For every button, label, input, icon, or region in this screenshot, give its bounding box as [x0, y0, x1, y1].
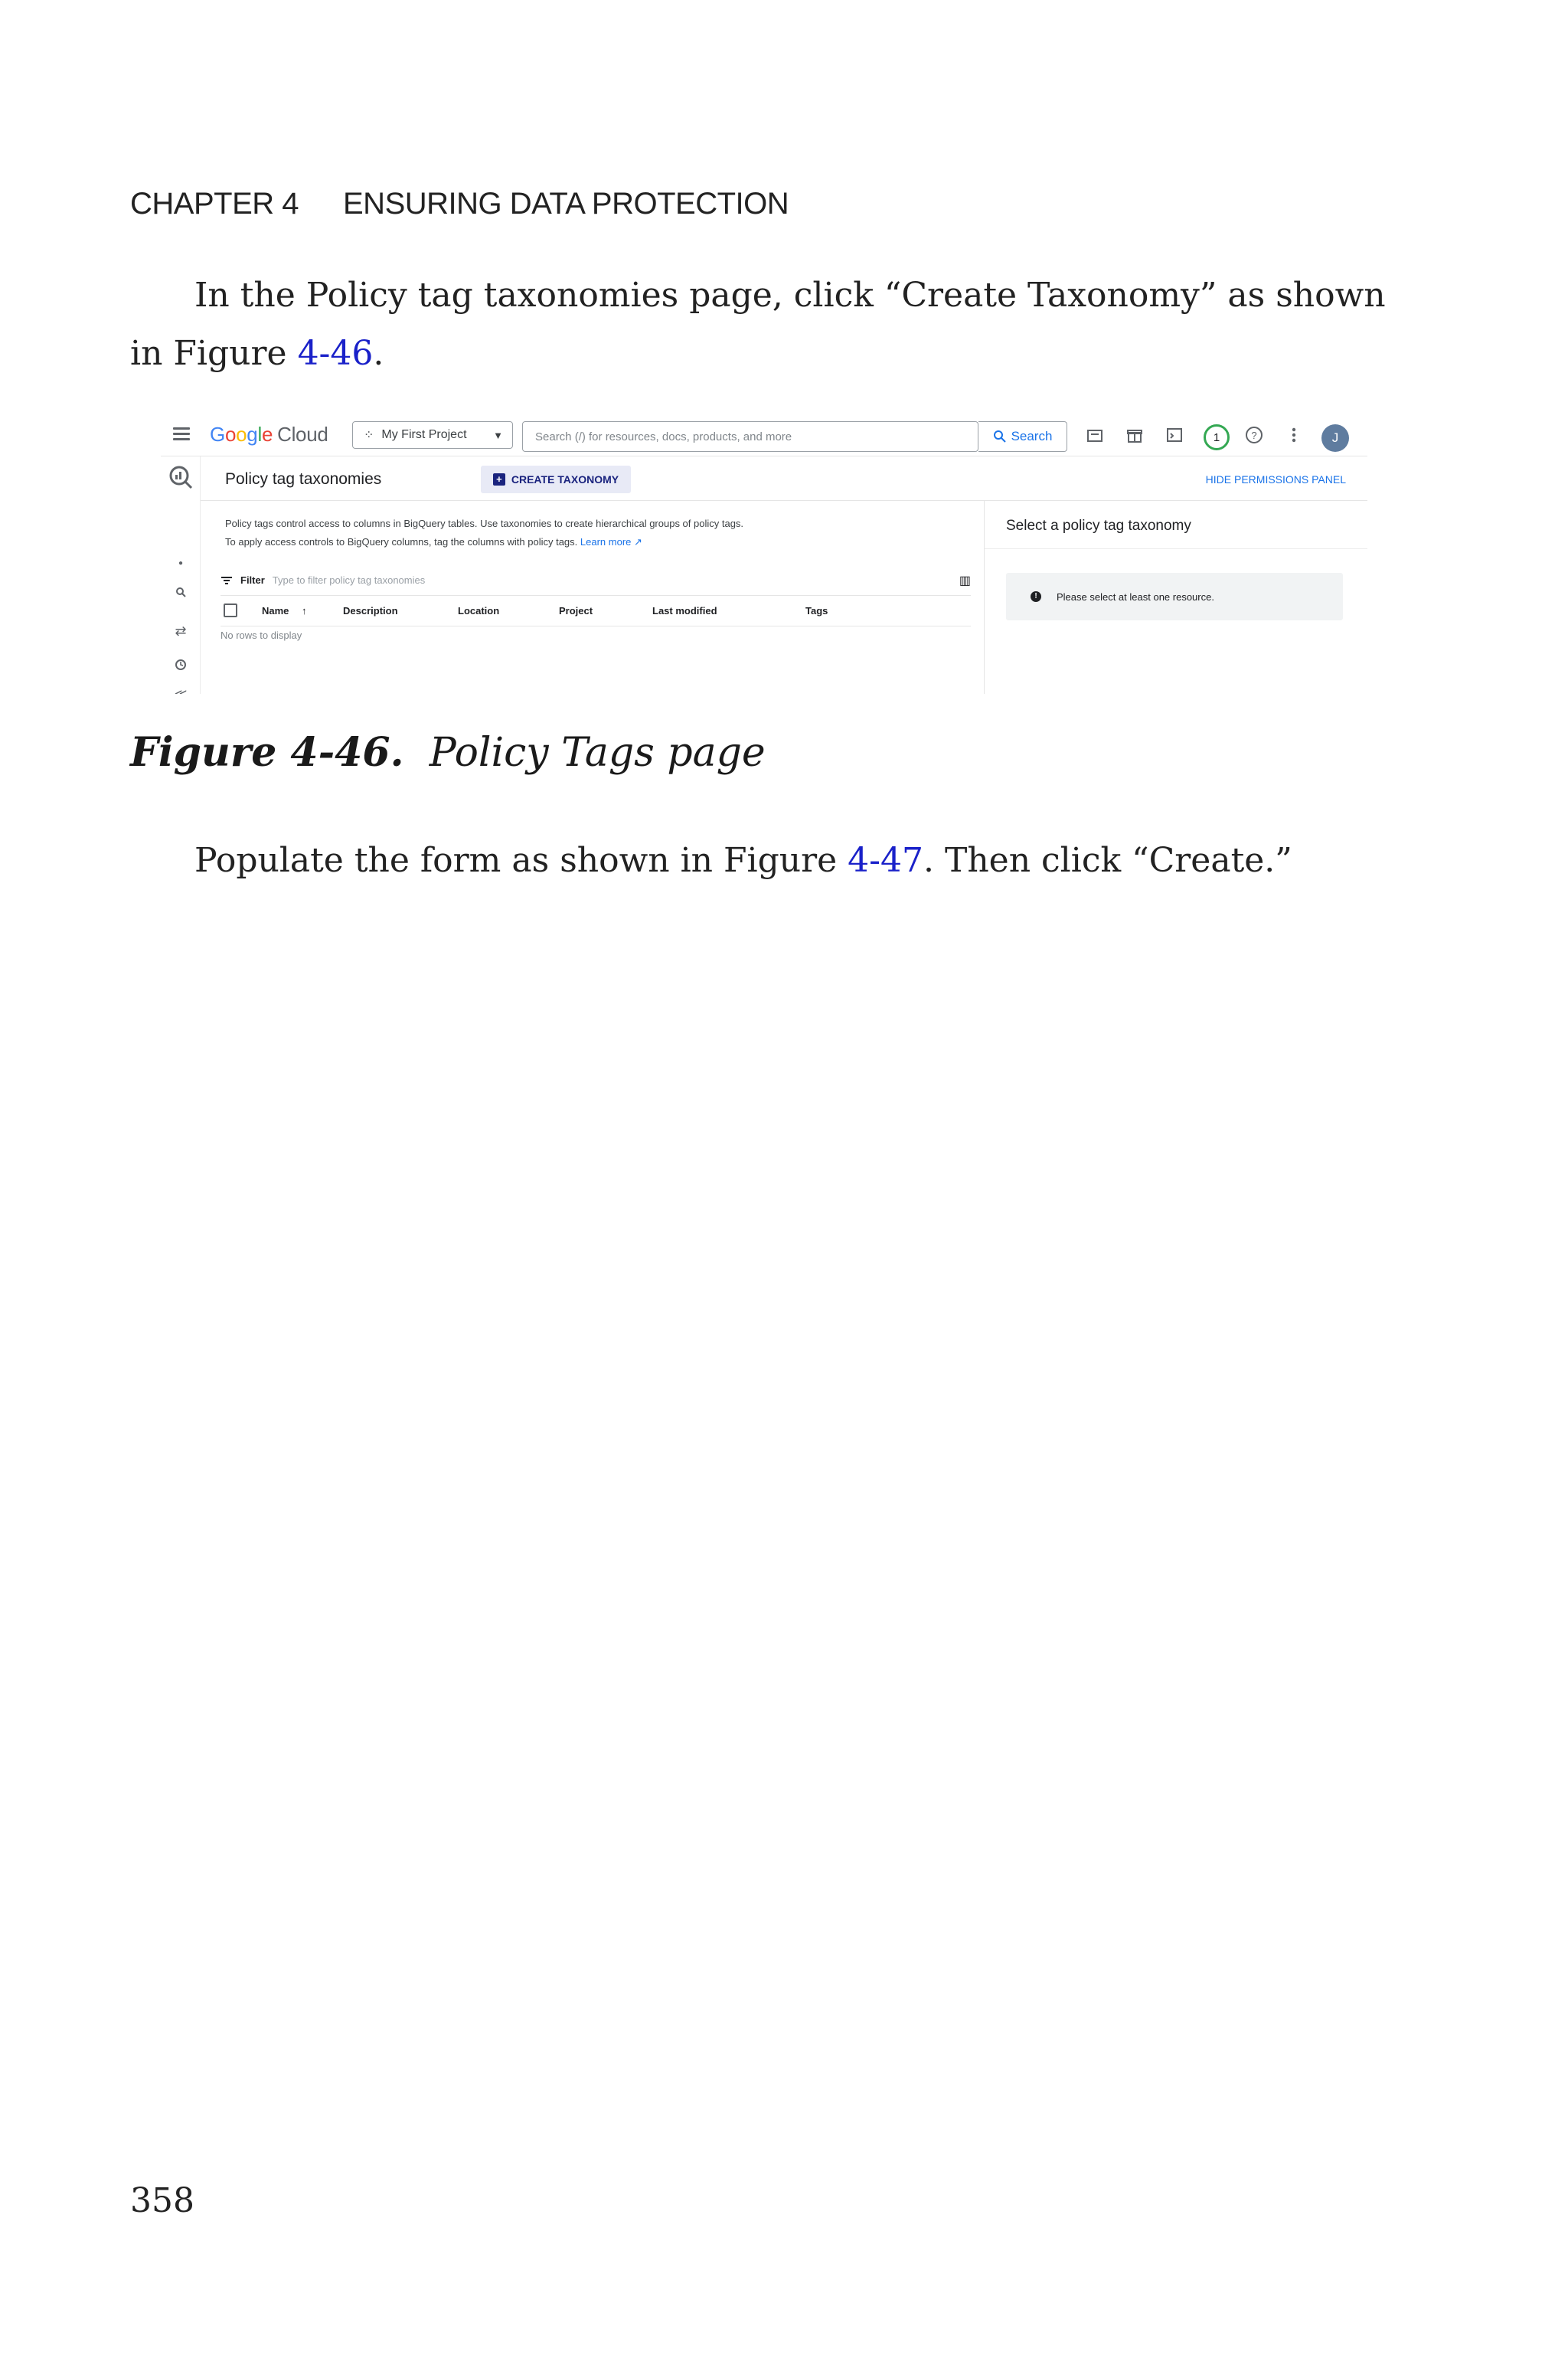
taxonomy-list-pane: Policy tags control access to columns in…: [201, 501, 985, 694]
paragraph-1-prefix: in Figure: [130, 334, 298, 373]
history-icon[interactable]: [161, 659, 201, 675]
figure-label: Figure 4-46.: [130, 729, 404, 776]
paragraph-1-line-1: In the Policy tag taxonomies page, click…: [194, 267, 1386, 325]
paragraph-1-suffix: .: [373, 334, 384, 373]
rail-search-icon[interactable]: [161, 587, 201, 601]
add-icon: +: [492, 473, 505, 486]
description-body: Policy tags control access to columns in…: [225, 518, 744, 548]
filter-icon: [221, 576, 232, 584]
search-button[interactable]: Search: [978, 421, 1067, 452]
running-head: CHAPTER 4 ENSURING DATA PROTECTION: [130, 187, 789, 221]
table-header: Name ↑ Description Location Project Last…: [220, 596, 971, 626]
column-last-modified[interactable]: Last modified: [652, 605, 717, 617]
permissions-panel: Select a policy tag taxonomy ! Please se…: [985, 501, 1367, 694]
marketplace-icon[interactable]: [1084, 424, 1106, 446]
empty-table-message: No rows to display: [220, 630, 302, 641]
search-placeholder: Search (/) for resources, docs, products…: [535, 430, 792, 443]
notice-text: Please select at least one resource.: [1057, 590, 1214, 603]
caret-down-icon: ▼: [493, 429, 503, 441]
figure-caption: Figure 4-46. Policy Tags page: [130, 729, 766, 776]
side-panel-divider: [985, 548, 1367, 549]
create-taxonomy-button[interactable]: + CREATE TAXONOMY: [481, 466, 631, 493]
logo-letter: g: [247, 423, 258, 446]
console-topbar: Google Cloud ⁘ My First Project ▼ Search …: [161, 414, 1367, 456]
project-picker-button[interactable]: ⁘ My First Project ▼: [352, 421, 513, 449]
page-number: 358: [130, 2181, 194, 2220]
paragraph-2-text: Populate the form as shown in Figure: [194, 841, 848, 880]
logo-letter: o: [236, 423, 247, 446]
paragraph-2-suffix: . Then click “Create.”: [923, 841, 1292, 880]
avatar[interactable]: J: [1321, 424, 1349, 452]
side-panel-title: Select a policy tag taxonomy: [1006, 518, 1191, 534]
cloud-shell-icon[interactable]: [1164, 424, 1185, 446]
paragraph-1-text: In the Policy tag taxonomies page, click…: [194, 276, 1386, 315]
page-header: Policy tag taxonomies + CREATE TAXONOMY …: [201, 456, 1367, 501]
search-icon: [993, 430, 1006, 443]
figure-screenshot: Google Cloud ⁘ My First Project ▼ Search …: [161, 414, 1367, 694]
sort-arrow-icon[interactable]: ↑: [302, 605, 307, 617]
column-description[interactable]: Description: [343, 605, 398, 617]
figure-title: Policy Tags page: [429, 730, 766, 776]
svg-text:?: ?: [1251, 430, 1256, 441]
learn-more-link[interactable]: Learn more: [580, 536, 631, 548]
filter-input[interactable]: Type to filter policy tag taxonomies: [273, 574, 425, 586]
select-resource-notice: ! Please select at least one resource.: [1006, 573, 1343, 620]
dot-icon[interactable]: ●: [161, 559, 201, 568]
figure-link-4-47[interactable]: 4-47: [848, 841, 923, 880]
paragraph-1-line-2: in Figure 4-46.: [130, 325, 384, 383]
project-picker-icon: ⁘: [364, 429, 374, 442]
gift-icon[interactable]: [1124, 424, 1145, 446]
filter-label: Filter: [240, 574, 265, 586]
logo-letter: e: [261, 423, 273, 446]
notifications-badge[interactable]: 1: [1204, 424, 1230, 450]
transfer-icon[interactable]: ⇄: [161, 623, 201, 639]
column-project[interactable]: Project: [559, 605, 593, 617]
logo-cloud-text: Cloud: [277, 423, 328, 446]
create-taxonomy-label: CREATE TAXONOMY: [511, 473, 619, 486]
description-text: Policy tags control access to columns in…: [225, 515, 746, 551]
menu-icon[interactable]: [173, 427, 190, 441]
column-location[interactable]: Location: [458, 605, 499, 617]
bigquery-logo-icon[interactable]: [161, 464, 201, 494]
notification-count: 1: [1213, 430, 1220, 444]
column-name[interactable]: Name: [262, 605, 289, 617]
figure-link-4-46[interactable]: 4-46: [298, 334, 374, 373]
external-link-icon: ↗: [631, 536, 642, 548]
logo-letter: G: [210, 423, 225, 446]
collapse-icon[interactable]: ≪: [161, 686, 201, 694]
chapter-label: CHAPTER 4: [130, 187, 299, 221]
paragraph-2: Populate the form as shown in Figure 4-4…: [194, 832, 1292, 890]
filter-bar[interactable]: Filter Type to filter policy tag taxonom…: [220, 565, 971, 596]
project-label: My First Project: [381, 428, 467, 441]
info-icon: !: [1031, 591, 1041, 602]
google-cloud-logo[interactable]: Google Cloud: [210, 423, 328, 446]
hide-permissions-panel-link[interactable]: HIDE PERMISSIONS PANEL: [1206, 473, 1346, 486]
columns-icon[interactable]: ▥: [959, 573, 971, 588]
chapter-title: ENSURING DATA PROTECTION: [343, 187, 789, 221]
select-all-checkbox[interactable]: [224, 603, 237, 617]
page-title: Policy tag taxonomies: [225, 470, 382, 488]
column-tags[interactable]: Tags: [805, 605, 828, 617]
logo-letter: o: [224, 423, 237, 446]
more-vert-icon[interactable]: [1283, 424, 1305, 446]
search-button-label: Search: [1011, 429, 1053, 443]
avatar-initial: J: [1331, 430, 1339, 445]
search-input[interactable]: Search (/) for resources, docs, products…: [522, 421, 978, 452]
help-icon[interactable]: ?: [1243, 424, 1265, 446]
